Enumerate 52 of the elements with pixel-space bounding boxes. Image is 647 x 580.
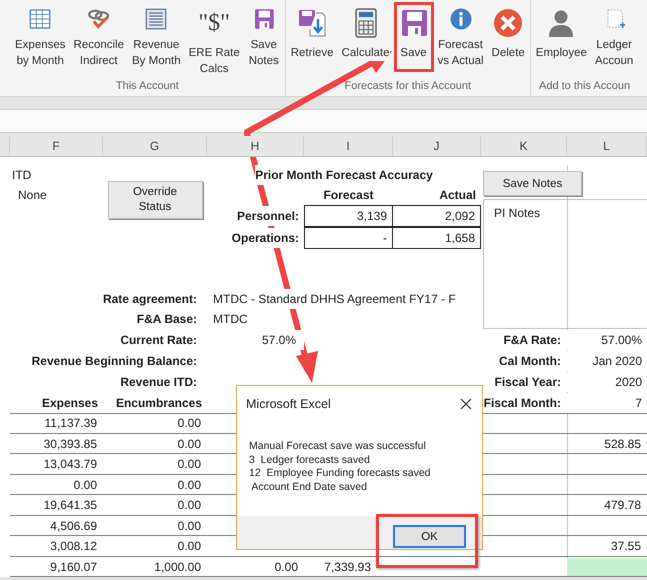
ribbon-button[interactable]: Ledger Accoun — [590, 2, 638, 72]
table-cell: 1,658 — [393, 226, 481, 248]
table-cell-text: 0.00 — [274, 558, 299, 576]
table-cell-text: 0.00 — [176, 518, 202, 534]
table-cell-text: 528.85 — [603, 436, 642, 452]
table-cell: - — [304, 226, 393, 248]
table-cell-text: 0.00 — [176, 497, 202, 514]
override-status-button[interactable]: Override Status — [108, 181, 202, 219]
table-cell-text: 0.00 — [176, 436, 202, 452]
section-title: Prior Month Forecast Accuracy — [255, 165, 433, 185]
table-cell-text: 30,393.85 — [42, 436, 98, 452]
notes-box[interactable]: PI Notes — [483, 199, 647, 329]
ribbon-group-label: Add to this Accoun — [538, 80, 632, 94]
table-cell-text: 19,641.35 — [42, 497, 98, 514]
table-cell-text: 0.00 — [176, 415, 202, 432]
ribbon-icon — [492, 7, 524, 39]
ribbon-button[interactable]: Retrieve — [286, 2, 338, 72]
ribbon-button[interactable]: Reconcile Indirect — [70, 2, 128, 72]
table-cell-text: 7,339.93 — [323, 558, 372, 576]
dialog-title: Microsoft Excel — [246, 397, 331, 411]
ribbon-button[interactable]: Save Notes — [244, 2, 284, 72]
field-value: 57.0% — [262, 330, 304, 350]
table-cell-text: 37.55 — [610, 538, 642, 555]
save-notes-button[interactable]: Save Notes — [483, 171, 582, 196]
table-cell: 2,092 — [393, 204, 481, 226]
table-cell-text: 3,008.12 — [49, 538, 98, 555]
ribbon-button[interactable]: Save — [394, 2, 434, 72]
close-icon[interactable] — [460, 398, 472, 410]
table-cell-text: 9,160.07 — [49, 558, 98, 576]
dialog-message: Manual Forecast save was successful 3 Ledger forecasts saved 12 Employee Funding forecasts saved Account End Date saved — [248, 439, 432, 494]
table-cell-text: 4,506.69 — [49, 518, 98, 534]
field-value: MTDC - Standard DHHS Agreement FY17 - F — [213, 289, 456, 309]
ribbon-button[interactable]: Delete — [488, 2, 529, 72]
table-cell-text: 11,137.39 — [44, 415, 98, 432]
ribbon-group-label: This Account — [114, 80, 180, 94]
table-cell: 3,139 — [304, 204, 393, 226]
ribbon-icon — [296, 7, 328, 39]
table-cell-text: 479.78 — [603, 497, 642, 514]
ribbon-button[interactable]: "$" ERE Rate Calcs — [184, 2, 244, 72]
ribbon-button[interactable]: Calculate — [338, 2, 394, 72]
ok-button[interactable]: OK — [393, 525, 466, 548]
ribbon-button[interactable]: Expenses by Month — [11, 2, 70, 72]
ribbon-button[interactable]: Forecast vs Actual — [434, 2, 488, 72]
table-cell-text: 0.00 — [72, 476, 98, 494]
ribbon-button[interactable]: Employee — [532, 2, 591, 72]
ribbon-button[interactable]: Revenue By Month — [128, 2, 185, 72]
table-cell-text: 0.00 — [176, 456, 202, 473]
table-cell-text: 0.00 — [176, 538, 202, 555]
table-cell-text: 1,000.00 — [153, 558, 202, 576]
table-cell-text: 13,043.79 — [42, 456, 98, 473]
ribbon-group-label: Forecasts for this Account — [343, 80, 472, 94]
table-cell-text: 0.00 — [176, 476, 202, 494]
